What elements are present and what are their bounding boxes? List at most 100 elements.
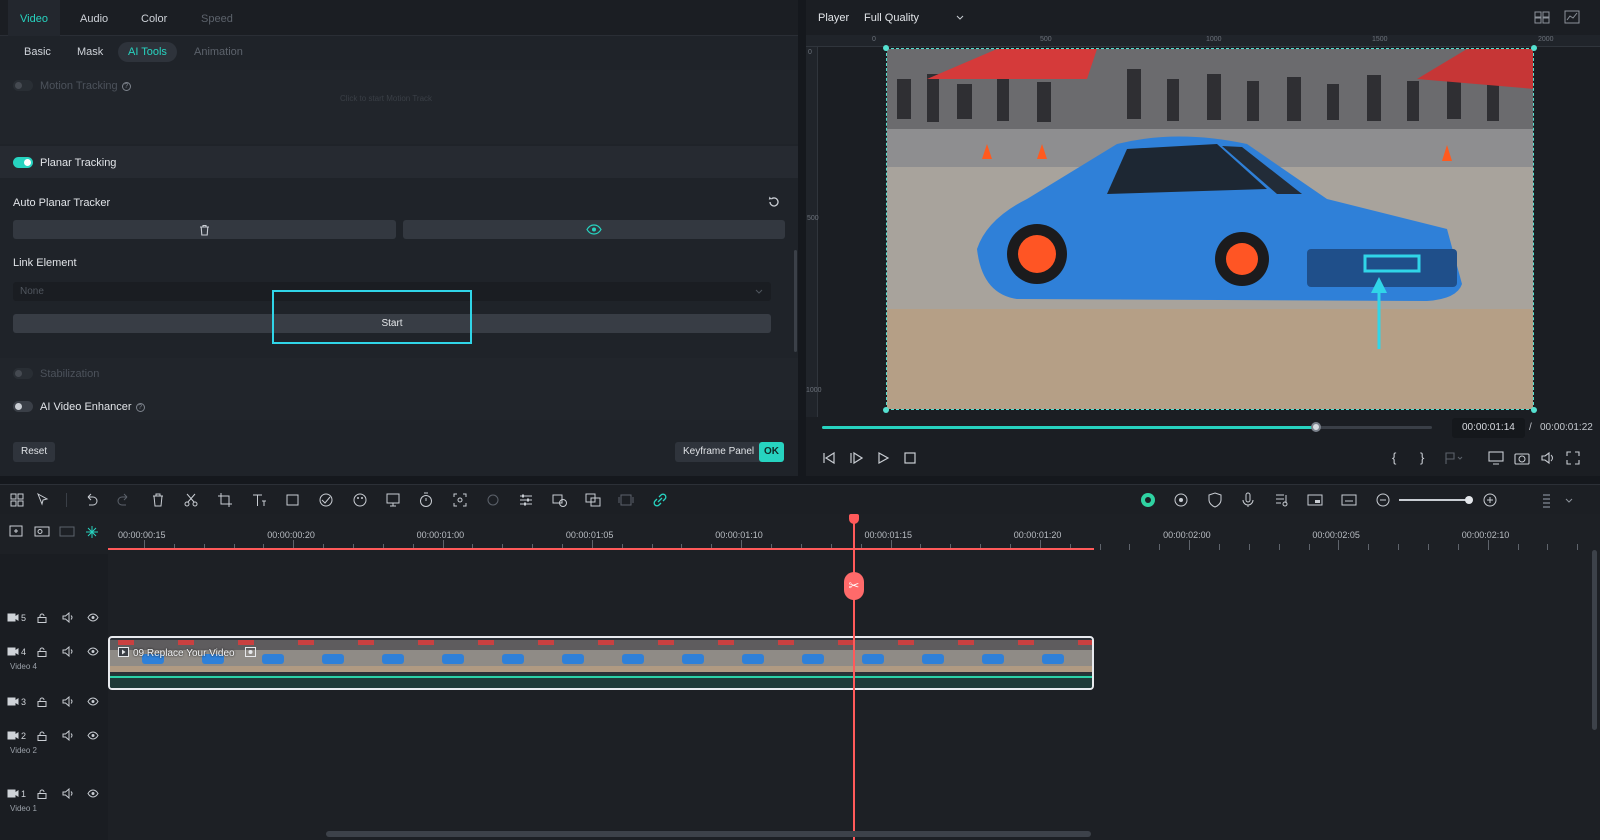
mask-icon[interactable] — [318, 492, 334, 508]
grid-view-icon[interactable] — [1534, 11, 1550, 24]
subtab-basic[interactable]: Basic — [14, 42, 61, 62]
music-list-icon[interactable] — [1274, 492, 1290, 508]
zoom-in-icon[interactable] — [1482, 492, 1498, 508]
prev-frame-icon[interactable] — [822, 451, 836, 465]
motion-tracking-toggle[interactable] — [13, 80, 33, 91]
video-clip[interactable]: 09 Replace Your Video — [108, 636, 1094, 690]
frame-handle-tl[interactable] — [883, 45, 889, 51]
timeline-vertical-scrollbar[interactable] — [1592, 550, 1597, 730]
eye-icon[interactable] — [87, 697, 99, 706]
snapshot-icon[interactable] — [1514, 451, 1530, 465]
microphone-icon[interactable] — [1240, 492, 1256, 508]
layout-icon[interactable] — [9, 492, 25, 508]
subtab-animation[interactable]: Animation — [184, 42, 253, 62]
ruler-v-1000: 1000 — [806, 387, 822, 394]
crop-icon[interactable] — [217, 492, 233, 508]
reset-button[interactable]: Reset — [13, 442, 56, 462]
play-frame-icon[interactable] — [849, 451, 863, 465]
split-icon[interactable] — [183, 492, 199, 508]
effects-icon[interactable] — [485, 492, 501, 508]
fullscreen-icon[interactable] — [1566, 451, 1580, 465]
auto-reframe-icon[interactable] — [452, 492, 468, 508]
delete-tracker-button[interactable] — [13, 220, 396, 239]
zoom-slider-knob[interactable] — [1465, 496, 1473, 504]
render-settings-icon[interactable] — [1173, 492, 1189, 508]
stop-icon[interactable] — [903, 451, 917, 465]
split-at-playhead-icon[interactable]: ✂ — [844, 572, 864, 600]
replace-icon[interactable] — [585, 492, 601, 508]
preview-tracker-button[interactable] — [403, 220, 785, 239]
quality-select[interactable]: Full Quality — [864, 12, 964, 24]
frame-handle-br[interactable] — [1531, 407, 1537, 413]
green-screen-icon[interactable] — [385, 492, 401, 508]
eye-icon[interactable] — [87, 731, 99, 740]
chevron-down-icon[interactable] — [1561, 492, 1577, 508]
lock-icon[interactable] — [37, 613, 47, 623]
adjust-icon[interactable] — [518, 492, 534, 508]
playback-progress[interactable] — [822, 422, 1432, 432]
link-icon[interactable] — [652, 492, 668, 508]
speaker-icon[interactable] — [62, 646, 74, 657]
property-scrollbar[interactable] — [794, 250, 797, 352]
shape-icon[interactable] — [285, 492, 301, 508]
monitor-icon[interactable] — [1488, 451, 1504, 465]
collapse-tracks-icon[interactable] — [59, 525, 75, 539]
picture-in-picture-icon[interactable] — [1307, 492, 1323, 508]
detach-audio-icon[interactable] — [552, 492, 568, 508]
undo-icon[interactable] — [83, 492, 99, 508]
redo-icon[interactable] — [116, 492, 132, 508]
scope-icon[interactable] — [1564, 10, 1580, 24]
playhead-handle[interactable] — [849, 514, 859, 524]
track-manager-icon[interactable] — [34, 525, 50, 539]
tab-speed[interactable]: Speed — [201, 0, 233, 36]
tab-color[interactable]: Color — [141, 0, 167, 36]
shield-icon[interactable] — [1207, 492, 1223, 508]
current-time[interactable]: 00:00:01:14 — [1452, 418, 1525, 438]
volume-icon[interactable] — [1540, 451, 1556, 465]
add-track-icon[interactable] — [9, 525, 25, 539]
stabilization-toggle[interactable] — [13, 368, 33, 379]
lock-icon[interactable] — [37, 647, 47, 657]
frame-handle-tr[interactable] — [1531, 45, 1537, 51]
eye-icon[interactable] — [87, 613, 99, 622]
eye-icon[interactable] — [87, 647, 99, 656]
select-tool-icon[interactable] — [35, 492, 51, 508]
freeze-frame-icon[interactable] — [618, 492, 634, 508]
subtab-mask[interactable]: Mask — [67, 42, 113, 62]
timeline-horizontal-scrollbar[interactable] — [326, 831, 1091, 837]
play-icon[interactable] — [876, 451, 890, 465]
speaker-icon[interactable] — [62, 612, 74, 623]
zoom-out-icon[interactable] — [1375, 492, 1391, 508]
delete-icon[interactable] — [150, 492, 166, 508]
timer-icon[interactable] — [418, 492, 434, 508]
mark-in-icon[interactable]: { — [1392, 450, 1396, 465]
text-icon[interactable] — [251, 492, 267, 508]
ai-audio-icon[interactable] — [1140, 492, 1156, 508]
speaker-icon[interactable] — [62, 730, 74, 741]
subtitle-icon[interactable] — [1341, 492, 1357, 508]
keyframe-panel-button[interactable]: Keyframe Panel — [675, 442, 763, 462]
ok-button[interactable]: OK — [759, 442, 784, 462]
lock-icon[interactable] — [37, 697, 47, 707]
subtab-ai-tools[interactable]: AI Tools — [118, 42, 177, 62]
zoom-slider[interactable] — [1399, 499, 1471, 501]
more-options-icon[interactable] — [1541, 492, 1557, 508]
mark-out-icon[interactable]: } — [1420, 450, 1424, 465]
progress-knob[interactable] — [1311, 422, 1322, 432]
reset-tracker-icon[interactable] — [767, 195, 781, 209]
speaker-icon[interactable] — [62, 788, 74, 799]
frame-handle-bl[interactable] — [883, 407, 889, 413]
speaker-icon[interactable] — [62, 696, 74, 707]
tab-audio[interactable]: Audio — [80, 0, 108, 36]
marker-dropdown-icon[interactable] — [1444, 451, 1464, 465]
color-icon[interactable] — [352, 492, 368, 508]
lock-icon[interactable] — [37, 731, 47, 741]
planar-tracking-toggle[interactable] — [13, 157, 33, 168]
video-preview[interactable] — [886, 48, 1534, 410]
lock-icon[interactable] — [37, 789, 47, 799]
ai-enhancer-toggle[interactable] — [13, 401, 33, 412]
eye-icon[interactable] — [87, 789, 99, 798]
snap-icon[interactable] — [84, 525, 100, 539]
clip-thumbnail — [590, 640, 650, 672]
tab-video[interactable]: Video — [8, 0, 60, 36]
